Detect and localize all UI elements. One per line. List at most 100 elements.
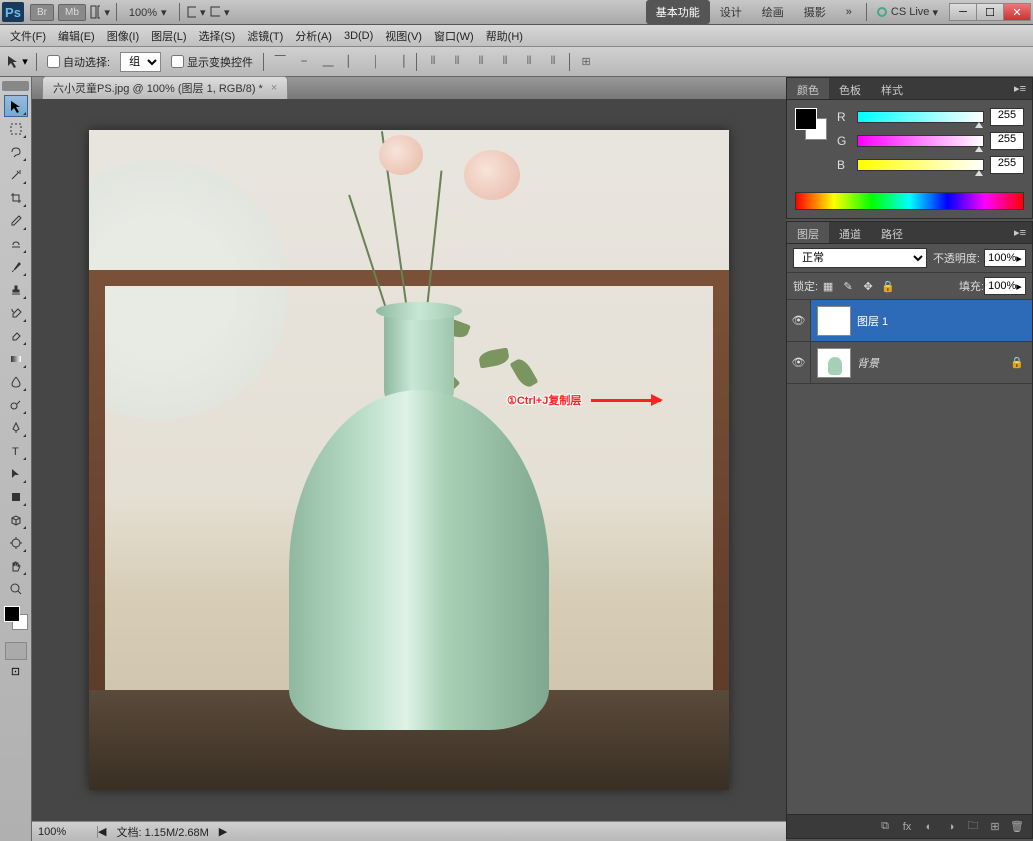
zoom-display[interactable]: 100%▾ [121,6,175,19]
new-layer-icon[interactable]: ⊞ [984,818,1006,836]
status-docinfo[interactable]: 文档: 1.15M/2.68M [106,824,218,840]
blend-mode-select[interactable]: 正常 [793,248,927,268]
link-layers-icon[interactable]: ⧉ [874,818,896,836]
brush-tool[interactable] [4,256,28,278]
align-bottom-icon[interactable]: ⎽ [317,51,339,73]
blur-tool[interactable] [4,371,28,393]
menu-layer[interactable]: 图层(L) [145,26,192,46]
shape-tool[interactable] [4,486,28,508]
menu-image[interactable]: 图像(I) [101,26,145,46]
b-slider[interactable] [857,159,984,171]
workspace-essentials[interactable]: 基本功能 [646,0,710,24]
layer-thumbnail[interactable] [817,348,851,378]
tab-layers[interactable]: 图层 [787,222,829,243]
quickmask-toggle[interactable] [5,642,27,660]
healing-tool[interactable] [4,233,28,255]
auto-select-checkbox[interactable]: 自动选择: [47,54,110,70]
lock-pixels-icon[interactable]: ✎ [840,278,856,294]
tab-color[interactable]: 颜色 [787,78,829,99]
dist-vcenter-icon[interactable]: ⫴ [446,51,468,73]
dist-right-icon[interactable]: ⫴ [542,51,564,73]
marquee-tool[interactable] [4,118,28,140]
g-slider[interactable] [857,135,984,147]
canvas-viewport[interactable] [32,99,786,821]
show-transform-checkbox[interactable]: 显示变换控件 [171,54,253,70]
toolbox-collapse[interactable] [2,81,29,91]
tab-channels[interactable]: 通道 [829,222,871,243]
bridge-button[interactable]: Br [30,4,54,21]
tab-swatches[interactable]: 色板 [829,78,871,99]
auto-align-icon[interactable]: ⊞ [575,51,597,73]
lock-transparent-icon[interactable]: ▦ [820,278,836,294]
menu-window[interactable]: 窗口(W) [428,26,480,46]
dist-left-icon[interactable]: ⫴ [494,51,516,73]
tab-styles[interactable]: 样式 [871,78,913,99]
arrange-docs-icon[interactable]: ▾ [90,3,110,21]
fill-value[interactable]: 100%▸ [984,277,1026,295]
move-tool[interactable] [4,95,28,117]
3d-tool[interactable] [4,509,28,531]
align-right-icon[interactable]: ▕ [389,51,411,73]
status-zoom[interactable]: 100% [38,826,98,838]
screenmode-icon[interactable]: ▾ [210,3,230,21]
zoom-tool[interactable] [4,578,28,600]
close-button[interactable]: ✕ [1003,3,1031,21]
opacity-value[interactable]: 100%▸ [984,249,1026,267]
workspace-photography[interactable]: 摄影 [794,0,836,24]
dist-bottom-icon[interactable]: ⫴ [470,51,492,73]
menu-select[interactable]: 选择(S) [193,26,242,46]
layer-row[interactable]: 👁 图层 1 [787,300,1032,342]
visibility-toggle-icon[interactable]: 👁 [787,342,811,383]
eraser-tool[interactable] [4,325,28,347]
workspace-design[interactable]: 设计 [710,0,752,24]
maximize-button[interactable]: ☐ [976,3,1004,21]
panel-color-swatches[interactable] [795,108,829,142]
align-top-icon[interactable]: ⎺ [269,51,291,73]
layer-mask-icon[interactable]: ◐ [918,818,940,836]
tab-paths[interactable]: 路径 [871,222,913,243]
menu-view[interactable]: 视图(V) [379,26,428,46]
dist-top-icon[interactable]: ⫴ [422,51,444,73]
lasso-tool[interactable] [4,141,28,163]
adjustment-layer-icon[interactable]: ◑ [940,818,962,836]
layer-row[interactable]: 👁 背景 🔒 [787,342,1032,384]
document-tab[interactable]: 六小灵童PS.jpg @ 100% (图层 1, RGB/8) *× [42,76,288,99]
workspace-more-icon[interactable]: » [836,2,862,22]
layer-name[interactable]: 背景 [857,355,1010,371]
spectrum-bar[interactable] [795,192,1024,210]
color-swatches[interactable] [4,606,27,636]
3d-camera-tool[interactable] [4,532,28,554]
move-tool-preset-icon[interactable]: ▾ [6,51,28,73]
screenmode-toggle[interactable]: ⊡ [5,662,27,680]
canvas[interactable] [89,130,729,790]
minimize-button[interactable]: ─ [949,3,977,21]
cslive-button[interactable]: CS Live ▾ [871,6,944,19]
layer-fx-icon[interactable]: fx [896,818,918,836]
gradient-tool[interactable] [4,348,28,370]
align-left-icon[interactable]: ▏ [341,51,363,73]
status-nav-icon[interactable]: ◀ [98,825,106,838]
delete-layer-icon[interactable]: 🗑 [1006,818,1028,836]
hand-tool[interactable] [4,555,28,577]
auto-select-mode[interactable]: 组 [120,52,161,72]
type-tool[interactable]: T [4,440,28,462]
menu-filter[interactable]: 滤镜(T) [241,26,289,46]
menu-file[interactable]: 文件(F) [4,26,52,46]
dist-hcenter-icon[interactable]: ⫴ [518,51,540,73]
status-more-icon[interactable]: ▶ [219,825,227,838]
layer-thumbnail[interactable] [817,306,851,336]
menu-help[interactable]: 帮助(H) [480,26,529,46]
menu-3d[interactable]: 3D(D) [338,28,379,44]
color-panel-menu-icon[interactable]: ▸≡ [1008,78,1032,99]
layers-panel-menu-icon[interactable]: ▸≡ [1008,222,1032,243]
tab-close-icon[interactable]: × [271,82,277,94]
hand-icon[interactable]: ▾ [186,3,206,21]
align-vcenter-icon[interactable]: ⎯ [293,51,315,73]
stamp-tool[interactable] [4,279,28,301]
dodge-tool[interactable] [4,394,28,416]
group-icon[interactable]: 🗀 [962,818,984,836]
foreground-swatch[interactable] [4,606,20,622]
r-value[interactable]: 255 [990,108,1024,126]
visibility-toggle-icon[interactable]: 👁 [787,300,811,341]
menu-edit[interactable]: 编辑(E) [52,26,101,46]
